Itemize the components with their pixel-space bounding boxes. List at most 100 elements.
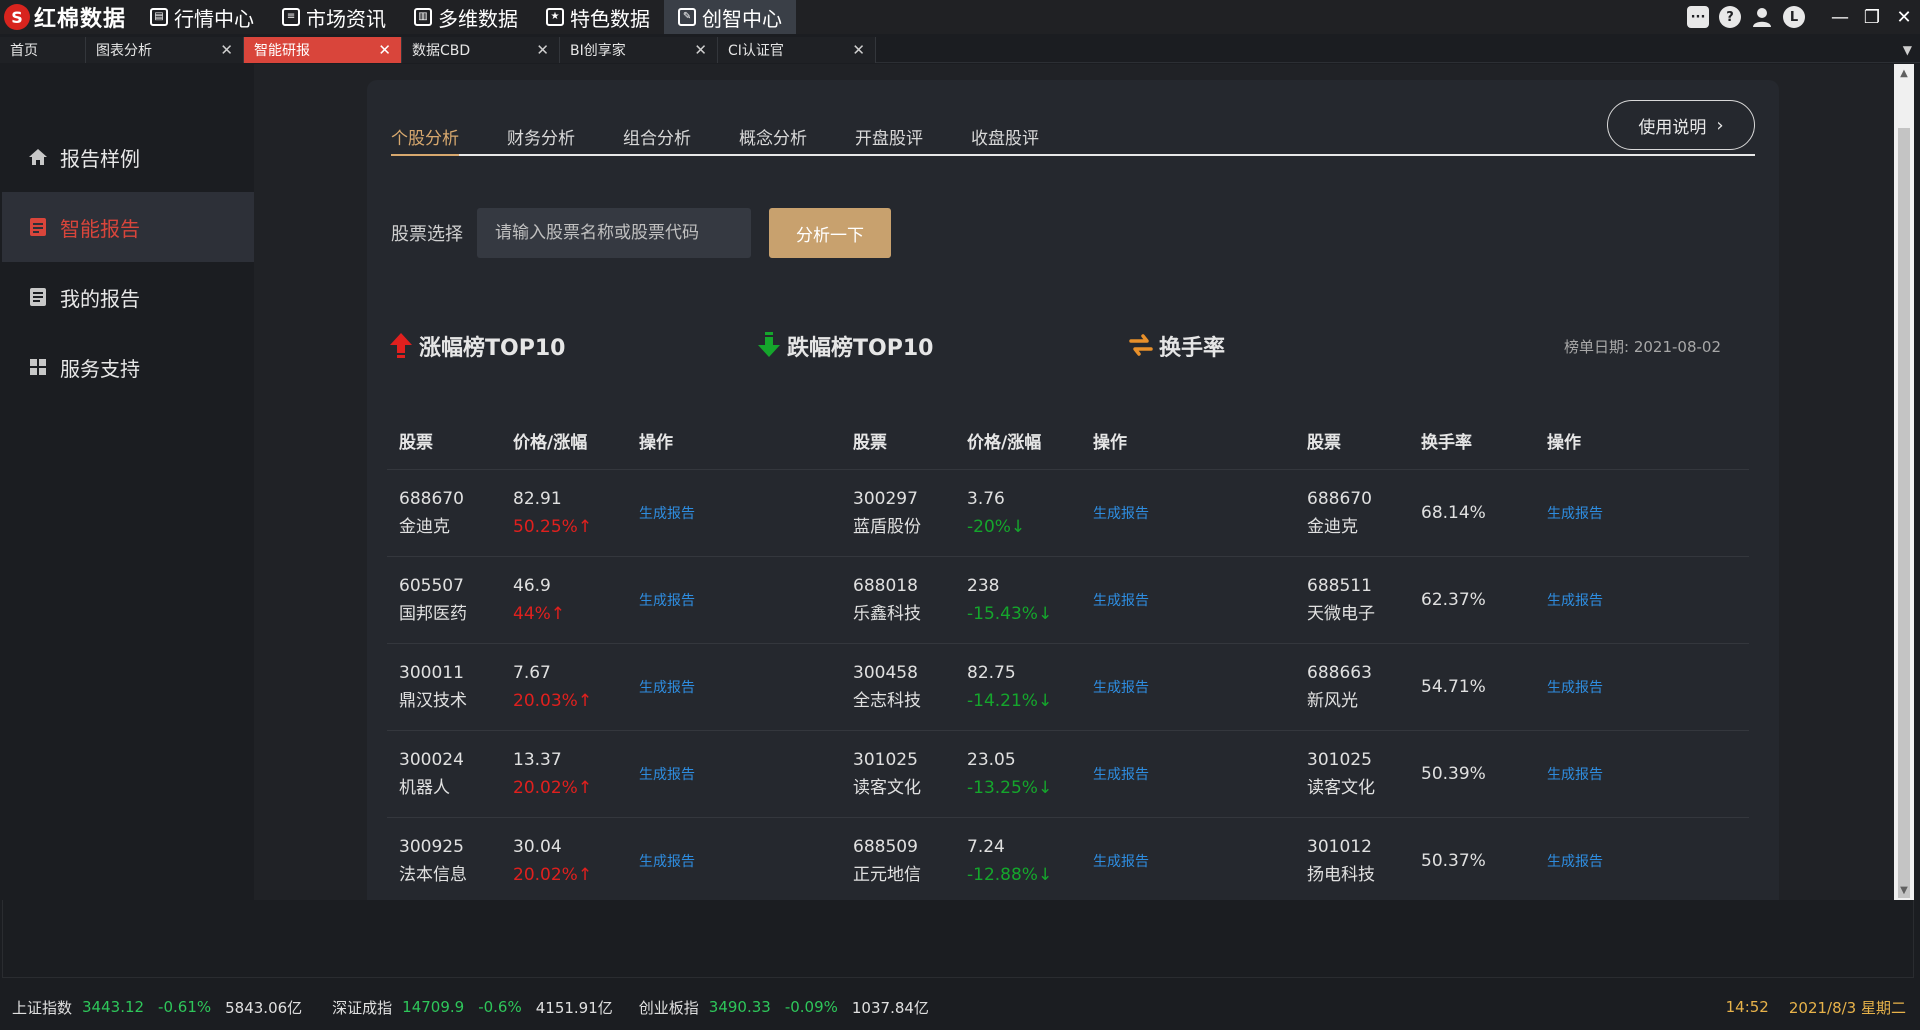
tab-home[interactable]: 首页 — [0, 37, 86, 63]
close-icon[interactable]: ✕ — [536, 41, 549, 59]
generate-report-link[interactable]: 生成报告 — [1093, 680, 1149, 696]
stock-change: 20.02%↑ — [513, 865, 593, 885]
tab-ci-certifier[interactable]: CI认证官 ✕ — [718, 37, 876, 63]
rank-date: 榜单日期: 2021-08-02 — [1564, 338, 1721, 356]
tab-bi-creator[interactable]: BI创享家 ✕ — [560, 37, 718, 63]
menu-market-center[interactable]: ▤ 行情中心 — [136, 0, 268, 34]
stock-price: 7.67 — [513, 663, 551, 683]
chevron-down-icon[interactable]: ▼ — [1903, 43, 1912, 57]
scroll-up-icon[interactable]: ▲ — [1894, 68, 1914, 79]
user-icon[interactable] — [1748, 3, 1776, 31]
sidebar-item-smart-report[interactable]: 智能报告 — [2, 192, 254, 262]
generate-report-link[interactable]: 生成报告 — [1547, 854, 1603, 870]
generate-report-link[interactable]: 生成报告 — [639, 506, 695, 522]
stock-name: 机器人 — [399, 778, 450, 798]
table-row: 300024 机器人 13.37 20.02%↑ 生成报告 — [387, 731, 841, 818]
index-chinext[interactable]: 创业板指 3490.33 -0.09% 1037.84亿 — [639, 997, 929, 1018]
index-volume: 4151.91亿 — [535, 998, 613, 1017]
sidebar-item-report-samples[interactable]: 报告样例 — [2, 122, 254, 192]
header-stock: 股票 — [853, 433, 887, 453]
generate-report-link[interactable]: 生成报告 — [1093, 854, 1149, 870]
arrow-up-icon — [390, 333, 412, 358]
minimize-icon[interactable]: — — [1826, 3, 1854, 31]
generate-report-link[interactable]: 生成报告 — [1093, 767, 1149, 783]
home-icon — [28, 147, 48, 167]
tab-label: 数据CBD — [412, 43, 471, 59]
menu-innovation-center[interactable]: ✎ 创智中心 — [664, 0, 797, 34]
header-price-change: 价格/涨幅 — [513, 433, 588, 453]
generate-report-link[interactable]: 生成报告 — [1547, 680, 1603, 696]
stock-change: -20%↓ — [967, 517, 1026, 537]
generate-report-link[interactable]: 生成报告 — [639, 854, 695, 870]
generate-report-link[interactable]: 生成报告 — [639, 593, 695, 609]
index-volume: 5843.06亿 — [225, 998, 303, 1017]
close-icon[interactable]: ✕ — [220, 41, 233, 59]
header-action: 操作 — [639, 433, 673, 453]
restore-icon[interactable]: ❐ — [1858, 3, 1886, 31]
tab-financial-analysis[interactable]: 财务分析 — [507, 120, 575, 156]
tab-concept-analysis[interactable]: 概念分析 — [739, 120, 807, 156]
generate-report-link[interactable]: 生成报告 — [1547, 593, 1603, 609]
menu-label: 市场资讯 — [306, 6, 387, 31]
status-bar: 上证指数 3443.12 -0.61% 5843.06亿 深证成指 14709.… — [0, 984, 1920, 1030]
vertical-scrollbar[interactable]: ▲ ▼ — [1894, 64, 1914, 900]
stock-name: 法本信息 — [399, 865, 467, 885]
scroll-thumb[interactable] — [1898, 128, 1910, 898]
stock-price: 82.75 — [967, 663, 1016, 683]
scroll-down-icon[interactable]: ▼ — [1894, 885, 1914, 896]
index-sh[interactable]: 上证指数 3443.12 -0.61% 5843.06亿 — [12, 997, 302, 1018]
star-icon: ★ — [546, 8, 565, 26]
generate-report-link[interactable]: 生成报告 — [1093, 593, 1149, 609]
index-sz[interactable]: 深证成指 14709.9 -0.6% 4151.91亿 — [332, 997, 613, 1018]
generate-report-link[interactable]: 生成报告 — [1093, 506, 1149, 522]
tab-label: 图表分析 — [96, 43, 152, 59]
clock-time: 14:52 — [1725, 998, 1769, 1016]
analyze-button[interactable]: 分析一下 — [769, 208, 891, 258]
stock-change: -13.25%↓ — [967, 778, 1053, 798]
tab-smart-research[interactable]: 智能研报 ✕ — [244, 37, 402, 63]
usage-guide-button[interactable]: 使用说明 › — [1607, 100, 1755, 150]
close-icon[interactable]: ✕ — [1890, 3, 1918, 31]
generate-report-link[interactable]: 生成报告 — [639, 767, 695, 783]
top-menu-bar: S 红棉数据 ▤ 行情中心 ≡ 市场资讯 ▥ 多维数据 ★ 特色数据 ✎ 创智中… — [0, 0, 1920, 34]
generate-report-link[interactable]: 生成报告 — [1547, 506, 1603, 522]
menu-feature-data[interactable]: ★ 特色数据 — [532, 0, 664, 34]
table-row: 688509 正元地信 7.24 -12.88%↓ 生成报告 — [841, 818, 1295, 905]
stock-code: 605507 — [399, 576, 464, 596]
tab-opening-review[interactable]: 开盘股评 — [855, 120, 923, 156]
index-value: 3443.12 — [82, 998, 145, 1016]
stock-name: 新风光 — [1307, 691, 1358, 711]
stock-price: 23.05 — [967, 750, 1016, 770]
app-logo[interactable]: S 红棉数据 — [0, 0, 136, 34]
table-row: 688670 金迪克 68.14% 生成报告 — [1295, 470, 1749, 557]
menu-multi-data[interactable]: ▥ 多维数据 — [400, 0, 532, 34]
swap-icon — [1129, 334, 1153, 356]
tab-closing-review[interactable]: 收盘股评 — [971, 120, 1039, 156]
chat-icon[interactable]: ··· — [1684, 3, 1712, 31]
clock: 14:52 2021/8/3 星期二 — [1706, 984, 1906, 1030]
close-icon[interactable]: ✕ — [694, 41, 707, 59]
stock-code: 688511 — [1307, 576, 1372, 596]
losers-title: 跌幅榜TOP10 — [755, 330, 933, 362]
tab-label: CI认证官 — [728, 43, 784, 59]
tab-data-cbd[interactable]: 数据CBD ✕ — [402, 37, 560, 63]
avatar[interactable]: L — [1780, 3, 1808, 31]
close-icon[interactable]: ✕ — [852, 41, 865, 59]
close-icon[interactable]: ✕ — [378, 41, 391, 59]
tab-chart-analysis[interactable]: 图表分析 ✕ — [86, 37, 244, 63]
sidebar-item-service-support[interactable]: 服务支持 — [2, 332, 254, 402]
header-stock: 股票 — [399, 433, 433, 453]
help-icon[interactable]: ? — [1716, 3, 1744, 31]
generate-report-link[interactable]: 生成报告 — [639, 680, 695, 696]
tab-stock-analysis[interactable]: 个股分析 — [391, 120, 459, 156]
sidebar-item-my-reports[interactable]: 我的报告 — [2, 262, 254, 332]
table-header: 股票 价格/涨幅 操作 — [841, 412, 1295, 470]
stock-code: 301012 — [1307, 837, 1372, 857]
table-header: 股票 价格/涨幅 操作 — [387, 412, 841, 470]
stock-search-input[interactable] — [477, 208, 751, 258]
stock-select-label: 股票选择 — [391, 224, 463, 245]
menu-market-news[interactable]: ≡ 市场资讯 — [268, 0, 400, 34]
generate-report-link[interactable]: 生成报告 — [1547, 767, 1603, 783]
stock-code: 688670 — [1307, 489, 1372, 509]
tab-portfolio-analysis[interactable]: 组合分析 — [623, 120, 691, 156]
